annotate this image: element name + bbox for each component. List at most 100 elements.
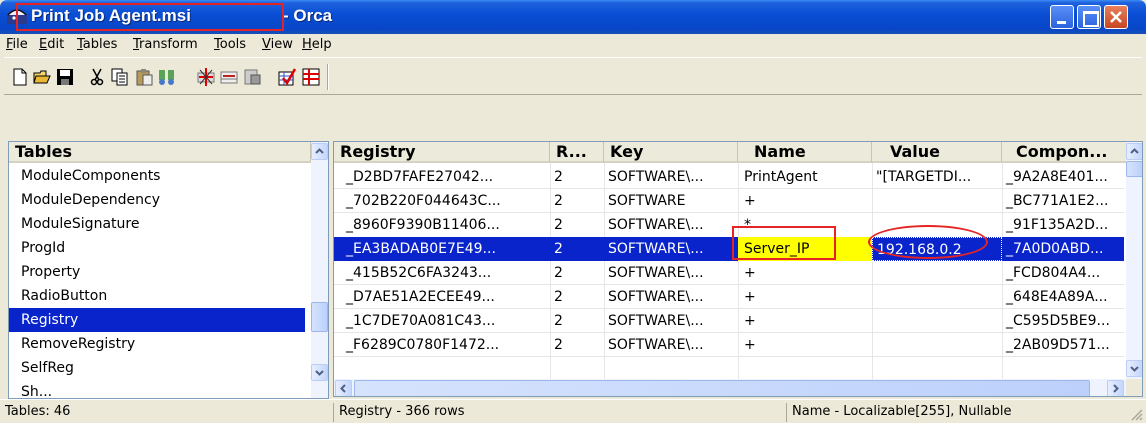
ip-address-annotation-ellipse (868, 225, 988, 259)
scroll-left-button[interactable] (335, 380, 352, 396)
tables-scroll-thumb[interactable] (311, 302, 328, 332)
cell-registry[interactable]: _1C7DE70A081C43... (334, 309, 550, 333)
maximize-button[interactable] (1077, 5, 1101, 29)
scroll-down-button[interactable] (311, 364, 328, 381)
cell-key[interactable]: SOFTWARE\... (604, 333, 738, 357)
cell-registry[interactable]: _8960F9390B11406... (334, 213, 550, 237)
table-item-selfreg[interactable]: SelfReg (9, 356, 305, 380)
open-icon[interactable] (32, 67, 52, 87)
table-item-modulecomponents[interactable]: ModuleComponents (9, 164, 305, 188)
cell-root[interactable]: 2 (550, 285, 604, 309)
cell-name[interactable]: + (738, 261, 872, 285)
cell-key[interactable]: SOFTWARE\... (604, 285, 738, 309)
cell-root[interactable]: 2 (550, 333, 604, 357)
cell-value[interactable] (872, 333, 1002, 357)
table-item-cutoff[interactable]: Sh... (9, 380, 305, 398)
menu-help[interactable]: Help (302, 37, 332, 52)
menu-tables[interactable]: Tables (77, 37, 117, 52)
tables-header[interactable]: Tables (9, 142, 311, 163)
cell-component[interactable]: _FCD804A4... (1002, 261, 1126, 285)
cell-component[interactable]: _9A2A8E401... (1002, 165, 1126, 189)
close-button[interactable] (1104, 5, 1128, 29)
add-row-icon[interactable] (196, 67, 216, 87)
grid-vscroll-thumb[interactable] (1126, 161, 1142, 177)
table-item-property[interactable]: Property (9, 260, 305, 284)
col-header-component[interactable]: Compon... (1002, 142, 1127, 163)
validate-icon[interactable] (277, 67, 297, 87)
cell-key[interactable]: SOFTWARE\... (604, 237, 738, 261)
grid-scroll-up-button[interactable] (1126, 143, 1142, 160)
menu-tools[interactable]: Tools (214, 37, 246, 52)
cell-name[interactable]: + (738, 189, 872, 213)
cell-registry[interactable]: _D7AE51A2ECEE49... (334, 285, 550, 309)
menu-edit[interactable]: Edit (39, 37, 64, 52)
cell-registry[interactable]: _415B52C6FA3243... (334, 261, 550, 285)
cell-registry[interactable]: _F6289C0780F1472... (334, 333, 550, 357)
cell-key[interactable]: SOFTWARE (604, 189, 738, 213)
cell-key[interactable]: SOFTWARE\... (604, 165, 738, 189)
save-icon[interactable] (55, 67, 75, 87)
copy-icon[interactable] (110, 67, 130, 87)
col-header-value[interactable]: Value (872, 142, 1002, 163)
scroll-up-button[interactable] (311, 143, 328, 160)
cell-name[interactable]: PrintAgent (738, 165, 872, 189)
cell-value[interactable]: "[TARGETDI... (872, 165, 1002, 189)
cell-key[interactable]: SOFTWARE\... (604, 309, 738, 333)
cell-component[interactable]: _2AB09D571... (1002, 333, 1126, 357)
drop-row-icon[interactable] (219, 67, 239, 87)
cell-value[interactable] (872, 309, 1002, 333)
new-icon[interactable] (10, 67, 30, 87)
table-item-modulesignature[interactable]: ModuleSignature (9, 212, 305, 236)
cell-value[interactable] (872, 189, 1002, 213)
col-header-registry[interactable]: Registry (334, 142, 550, 163)
cell-root[interactable]: 2 (550, 237, 604, 261)
grid-scroll-down-button[interactable] (1126, 360, 1142, 377)
cell-key[interactable]: SOFTWARE\... (604, 261, 738, 285)
cell-root[interactable]: 2 (550, 261, 604, 285)
cell-root[interactable]: 2 (550, 189, 604, 213)
cell-root[interactable]: 2 (550, 165, 604, 189)
chevron-up-icon (315, 148, 324, 154)
title-bar[interactable]: Print Job Agent.msi - Orca (0, 0, 1146, 34)
cell-name[interactable]: + (738, 333, 872, 357)
merge-icon[interactable] (301, 67, 321, 87)
cell-component[interactable]: _BC771A1E2... (1002, 189, 1126, 213)
paste-icon[interactable] (134, 67, 154, 87)
col-header-name[interactable]: Name (738, 142, 872, 163)
resize-grip-icon[interactable] (1130, 408, 1144, 422)
grid-horizontal-scrollbar[interactable] (334, 379, 1126, 396)
cell-name[interactable]: + (738, 309, 872, 333)
cell-component[interactable]: _91F135A2D... (1002, 213, 1126, 237)
grid-hscroll-thumb[interactable] (354, 380, 1090, 396)
scroll-right-button[interactable] (1107, 380, 1124, 396)
cell-root[interactable]: 2 (550, 213, 604, 237)
tables-panel: Tables ModuleComponents ModuleDependency… (8, 141, 329, 399)
cell-value[interactable] (872, 285, 1002, 309)
cell-registry[interactable]: _D2BD7FAFE27042... (334, 165, 550, 189)
cell-registry[interactable]: _EA3BADAB0E7E49... (334, 237, 550, 261)
table-item-radiobutton[interactable]: RadioButton (9, 284, 305, 308)
cell-name[interactable]: + (738, 285, 872, 309)
table-item-removeregistry[interactable]: RemoveRegistry (9, 332, 305, 356)
table-icon[interactable] (242, 67, 262, 87)
tables-vertical-scrollbar[interactable] (311, 142, 328, 398)
cell-registry[interactable]: _702B220F044643C... (334, 189, 550, 213)
menu-view[interactable]: View (262, 37, 293, 52)
cell-key[interactable]: SOFTWARE\... (604, 213, 738, 237)
menu-file[interactable]: File (6, 37, 28, 52)
col-header-root[interactable]: R... (550, 142, 604, 163)
cell-component[interactable]: _648E4A89A... (1002, 285, 1126, 309)
find-icon[interactable] (157, 67, 177, 87)
minimize-button[interactable] (1050, 5, 1074, 29)
menu-transform[interactable]: Transform (133, 37, 198, 52)
table-item-registry[interactable]: Registry (9, 308, 305, 332)
table-item-progid[interactable]: ProgId (9, 236, 305, 260)
cell-component[interactable]: _7A0D0ABD... (1002, 237, 1126, 261)
cell-value[interactable] (872, 261, 1002, 285)
grid-vertical-scrollbar[interactable] (1126, 142, 1142, 379)
col-header-key[interactable]: Key (604, 142, 738, 163)
table-item-moduledependency[interactable]: ModuleDependency (9, 188, 305, 212)
cut-icon[interactable] (87, 67, 107, 87)
cell-component[interactable]: _C595D5BE9... (1002, 309, 1126, 333)
cell-root[interactable]: 2 (550, 309, 604, 333)
